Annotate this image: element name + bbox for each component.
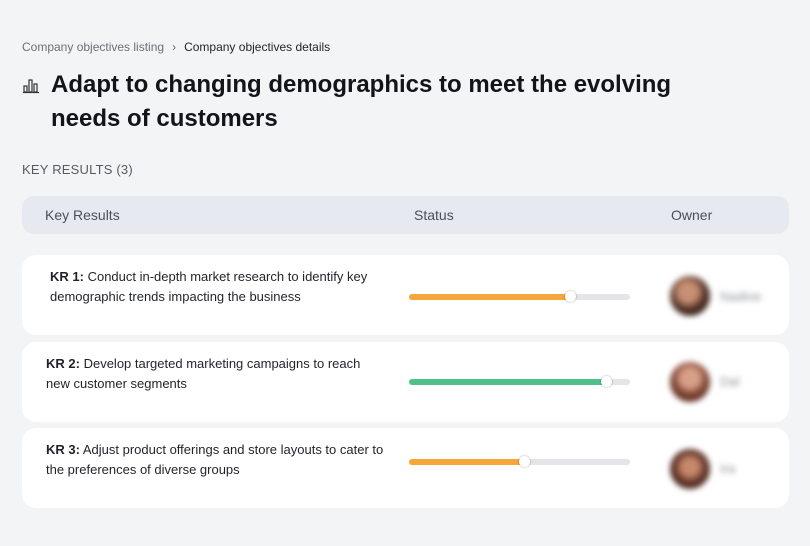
breadcrumb: Company objectives listing › Company obj…	[22, 40, 330, 54]
column-header-key-results: Key Results	[45, 207, 120, 223]
key-result-text: Develop targeted marketing campaigns to …	[46, 356, 361, 391]
key-result-row[interactable]: KR 2: Develop targeted marketing campaig…	[22, 342, 789, 422]
key-result-id: KR 2:	[46, 356, 80, 371]
key-result-description: KR 3: Adjust product offerings and store…	[46, 440, 386, 480]
key-results-section-label: KEY RESULTS (3)	[22, 162, 133, 177]
key-result-text: Conduct in-depth market research to iden…	[50, 269, 368, 304]
table-header: Key Results Status Owner	[22, 196, 789, 234]
owner-name: Ira	[720, 461, 736, 476]
avatar[interactable]	[670, 276, 710, 316]
owner-name: Dal	[720, 374, 740, 389]
key-result-id: KR 1:	[50, 269, 84, 284]
key-result-row[interactable]: KR 1: Conduct in-depth market research t…	[22, 255, 789, 335]
breadcrumb-current: Company objectives details	[184, 40, 331, 54]
progress-fill	[409, 379, 606, 385]
avatar[interactable]	[670, 449, 710, 489]
progress-knob	[518, 456, 530, 467]
progress-fill	[409, 294, 571, 300]
progress-bar	[409, 376, 630, 387]
chevron-right-icon: ›	[172, 40, 177, 54]
progress-knob	[565, 291, 577, 302]
avatar[interactable]	[670, 362, 710, 402]
key-result-text: Adjust product offerings and store layou…	[46, 442, 384, 477]
progress-fill	[409, 459, 524, 465]
progress-bar	[409, 291, 630, 302]
key-result-row[interactable]: KR 3: Adjust product offerings and store…	[22, 428, 789, 508]
column-header-status: Status	[414, 207, 454, 223]
key-result-description: KR 2: Develop targeted marketing campaig…	[46, 354, 386, 394]
key-result-description: KR 1: Conduct in-depth market research t…	[50, 267, 390, 307]
progress-knob	[600, 376, 612, 387]
owner-name: Nadine	[720, 289, 762, 304]
key-result-id: KR 3:	[46, 442, 80, 457]
bar-chart-icon	[23, 79, 39, 94]
progress-bar	[409, 456, 630, 467]
breadcrumb-parent-link[interactable]: Company objectives listing	[22, 40, 164, 54]
page-title: Adapt to changing demographics to meet t…	[51, 71, 672, 132]
column-header-owner: Owner	[671, 207, 713, 223]
